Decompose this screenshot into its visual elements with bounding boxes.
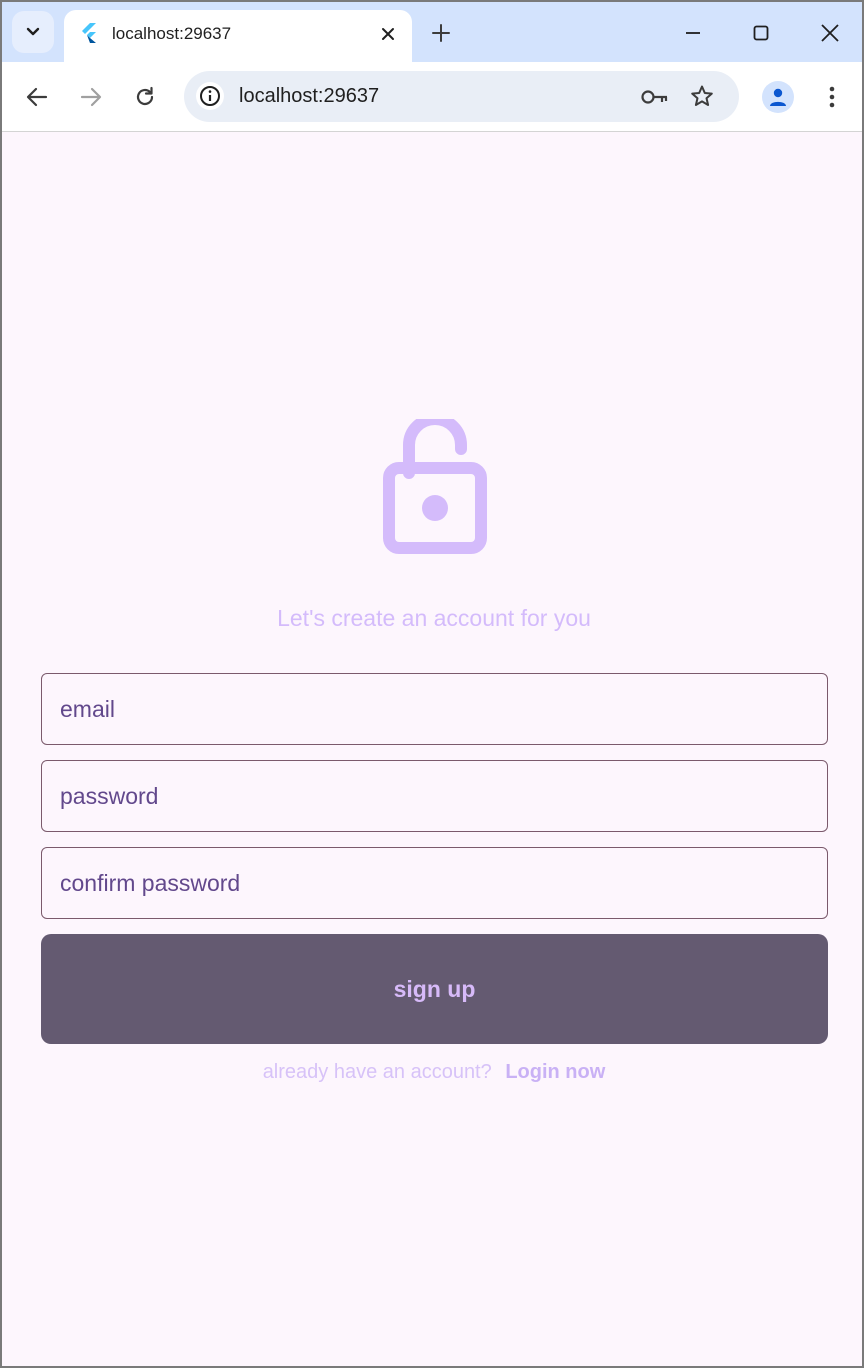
confirm-password-field-box [41, 847, 828, 919]
plus-icon [432, 24, 450, 42]
bookmark-button[interactable] [688, 82, 716, 110]
reload-icon [136, 86, 154, 106]
new-tab-button[interactable] [428, 20, 454, 46]
browser-tab[interactable]: localhost:29637 [64, 10, 412, 62]
arrow-right-icon [80, 87, 102, 107]
close-icon [382, 28, 394, 40]
page-content: Let's create an account for you sign up … [2, 133, 862, 1366]
site-info-button[interactable] [196, 82, 224, 110]
arrow-left-icon [26, 87, 48, 107]
tab-search-button[interactable] [12, 11, 54, 53]
url-text: localhost:29637 [239, 85, 380, 107]
star-icon [691, 85, 713, 106]
password-field[interactable] [42, 761, 827, 831]
reload-button[interactable] [130, 82, 160, 112]
address-bar[interactable]: localhost:29637 [184, 71, 739, 122]
tab-strip: localhost:29637 [2, 2, 862, 62]
chevron-down-icon [26, 27, 40, 36]
tab-title: localhost:29637 [112, 24, 232, 43]
browser-window: localhost:29637 localhost:29637 Let's cr… [0, 0, 864, 1368]
close-icon [821, 24, 839, 42]
lock-open-icon [383, 419, 487, 554]
minimize-icon [686, 32, 700, 34]
more-vert-icon [829, 86, 835, 108]
maximize-icon [753, 25, 769, 41]
email-field[interactable] [42, 674, 827, 744]
tab-close-button[interactable] [376, 22, 400, 46]
page-subtitle: Let's create an account for you [277, 605, 591, 631]
password-field-box [41, 760, 828, 832]
flutter-icon [82, 23, 96, 43]
close-window-button[interactable] [815, 18, 845, 48]
confirm-password-field[interactable] [42, 848, 827, 918]
login-prompt-text: already have an account? [262, 1061, 492, 1083]
key-icon [641, 90, 668, 104]
sign-up-button[interactable]: sign up [41, 934, 828, 1044]
passwords-button[interactable] [640, 84, 670, 110]
browser-toolbar: localhost:29637 [2, 62, 862, 132]
maximize-button[interactable] [746, 18, 776, 48]
email-field-box [41, 673, 828, 745]
forward-button[interactable] [76, 82, 106, 112]
profile-button[interactable] [762, 81, 794, 113]
minimize-button[interactable] [678, 18, 708, 48]
info-icon [200, 86, 220, 106]
login-prompt-row: already have an account? Login now [2, 1061, 862, 1084]
person-icon [770, 88, 786, 106]
login-now-link[interactable]: Login now [505, 1061, 605, 1083]
back-button[interactable] [22, 82, 52, 112]
browser-menu-button[interactable] [818, 82, 846, 112]
